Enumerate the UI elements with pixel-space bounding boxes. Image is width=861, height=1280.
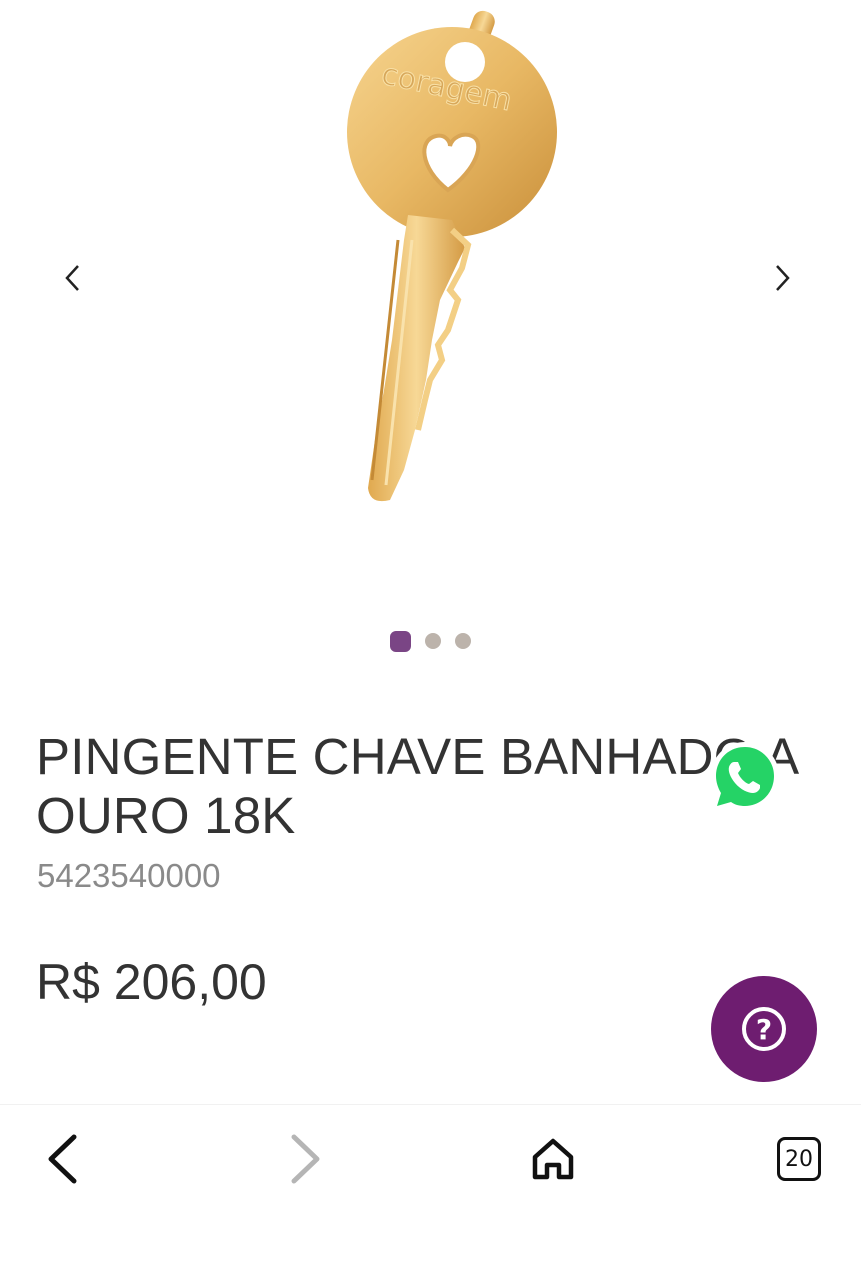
whatsapp-icon <box>711 742 779 812</box>
whatsapp-button[interactable] <box>706 738 784 816</box>
product-sku: 5423540000 <box>37 857 221 894</box>
carousel-dot-1[interactable] <box>390 631 411 652</box>
product-image-key-pendant: coragem <box>347 10 557 502</box>
carousel-prev-button[interactable] <box>50 255 96 301</box>
tabs-count: 20 <box>777 1137 821 1181</box>
home-icon <box>532 1138 574 1180</box>
product-image-carousel[interactable]: coragem <box>0 0 861 610</box>
carousel-next-button[interactable] <box>759 255 805 301</box>
product-page: coragem PINGENTE CHAVE BANHADO A OURO 18… <box>0 0 861 1280</box>
product-title: PINGENTE CHAVE BANHADO A OURO 18K <box>36 728 797 844</box>
help-button[interactable]: ? <box>711 976 817 1082</box>
chevron-left-icon <box>65 265 79 291</box>
chevron-right-icon <box>776 265 790 291</box>
browser-back-button[interactable] <box>30 1127 94 1191</box>
browser-forward-button[interactable] <box>274 1127 338 1191</box>
product-price: R$ 206,00 <box>36 954 267 1010</box>
carousel-dot-2[interactable] <box>425 633 441 649</box>
browser-tabs-button[interactable]: 20 <box>767 1127 831 1191</box>
carousel-dot-3[interactable] <box>455 633 471 649</box>
forward-arrow-icon <box>291 1134 320 1184</box>
carousel-pagination <box>0 631 861 652</box>
question-icon: ? <box>742 1007 786 1051</box>
browser-bottom-bar <box>0 1104 861 1280</box>
back-arrow-icon <box>48 1134 77 1184</box>
browser-home-button[interactable] <box>521 1127 585 1191</box>
